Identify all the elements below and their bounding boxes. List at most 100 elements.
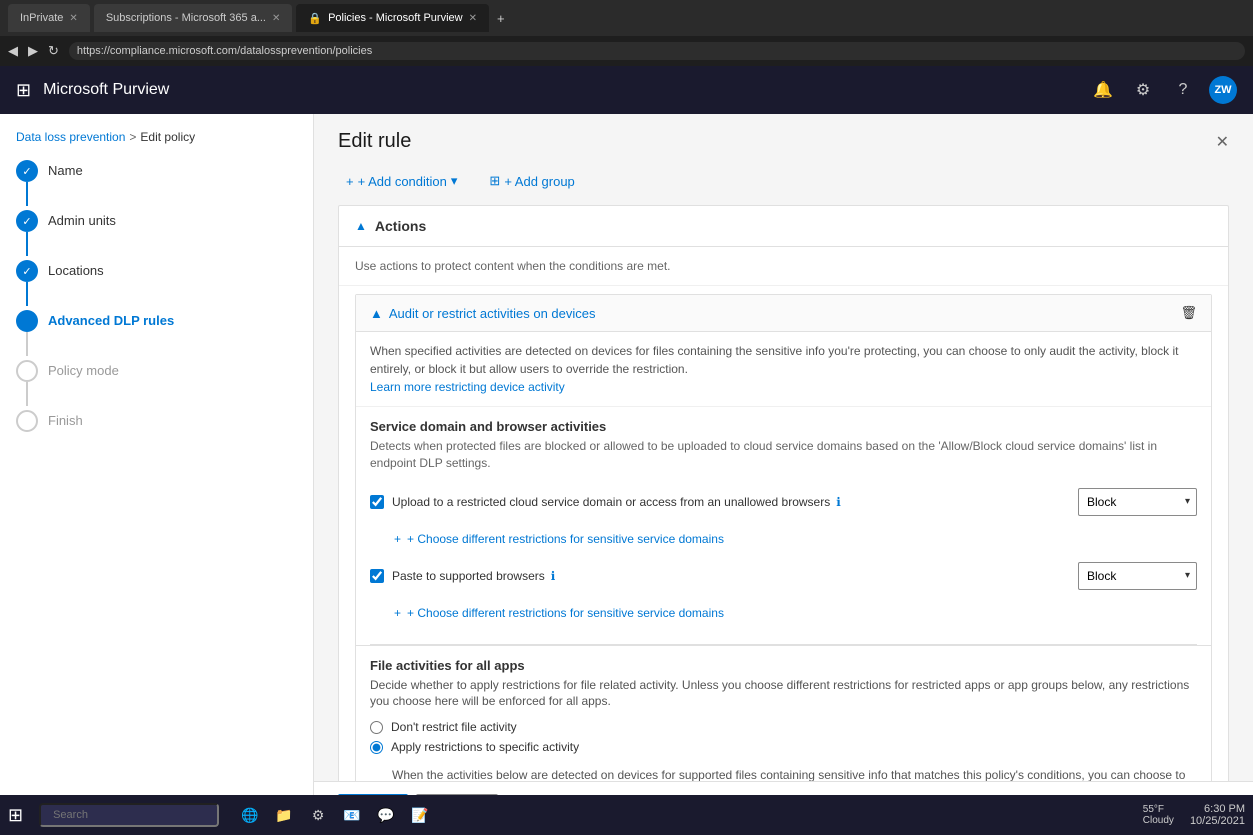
taskbar-search-input[interactable] <box>39 803 219 827</box>
nav-refresh[interactable]: ↻ <box>48 43 59 59</box>
tab-subscriptions[interactable]: Subscriptions - Microsoft 365 a... ✕ <box>94 4 293 32</box>
file-activities-description: Decide whether to apply restrictions for… <box>370 677 1197 711</box>
step-circle-name: ✓ <box>16 160 38 182</box>
taskbar-icon-6[interactable]: 📝 <box>405 800 435 830</box>
upload-add-icon: + <box>394 532 401 546</box>
audit-title-label: Audit or restrict activities on devices <box>389 306 596 321</box>
step-policy-mode: Policy mode <box>16 360 297 406</box>
file-activities-title: File activities for all apps <box>370 658 1197 673</box>
step-circle-finish <box>16 410 38 432</box>
step-circle-locations: ✓ <box>16 260 38 282</box>
actions-title: Actions <box>375 218 426 234</box>
step-label-admin: Admin units <box>48 210 116 228</box>
address-bar[interactable]: https://compliance.microsoft.com/datalos… <box>69 42 1245 60</box>
panel-header: Edit rule ✕ <box>314 114 1253 153</box>
dont-restrict-radio-row: Don't restrict file activity <box>370 720 1197 734</box>
actions-section: ▲ Actions Use actions to protect content… <box>338 205 1229 835</box>
step-label-advanced: Advanced DLP rules <box>48 310 174 328</box>
grid-icon[interactable]: ⊞ <box>16 80 31 101</box>
tab-label-subscriptions: Subscriptions - Microsoft 365 a... <box>106 12 266 24</box>
step-line-1 <box>26 182 28 206</box>
settings-icon[interactable]: ⚙ <box>1129 76 1157 104</box>
weather-widget: 55°F Cloudy <box>1143 804 1174 826</box>
edit-rule-content: + + Add condition ▾ ⊞ + Add group ▲ Acti… <box>314 153 1253 835</box>
paste-label: Paste to supported browsers ℹ <box>392 569 1070 583</box>
taskbar-icon-2[interactable]: 📁 <box>269 800 299 830</box>
taskbar-icon-4[interactable]: 📧 <box>337 800 367 830</box>
paste-dropdown[interactable]: Audit only Block Block with override <box>1079 563 1196 589</box>
step-line-3 <box>26 282 28 306</box>
upload-info-icon[interactable]: ℹ <box>836 495 841 509</box>
tab-policies[interactable]: 🔒 Policies - Microsoft Purview ✕ <box>296 4 489 32</box>
browser-chrome: InPrivate ✕ Subscriptions - Microsoft 36… <box>0 0 1253 36</box>
audit-chevron-icon[interactable]: ▲ <box>370 306 383 321</box>
panel-title: Edit rule <box>338 130 411 153</box>
paste-info-icon[interactable]: ℹ <box>551 569 556 583</box>
step-label-locations: Locations <box>48 260 104 278</box>
upload-checkbox[interactable] <box>370 495 384 509</box>
upload-checkbox-wrapper <box>370 495 384 509</box>
nav-back[interactable]: ◀ <box>8 43 18 59</box>
dont-restrict-label: Don't restrict file activity <box>391 720 517 734</box>
step-name: ✓ Name <box>16 160 297 206</box>
upload-label: Upload to a restricted cloud service dom… <box>392 495 1070 509</box>
weather-temp: 55°F <box>1143 804 1164 815</box>
taskbar-icon-1[interactable]: 🌐 <box>235 800 265 830</box>
breadcrumb-parent[interactable]: Data loss prevention <box>16 130 125 144</box>
rule-toolbar: + + Add condition ▾ ⊞ + Add group <box>338 153 1229 205</box>
step-line-2 <box>26 232 28 256</box>
tab-inprivate[interactable]: InPrivate ✕ <box>8 4 90 32</box>
add-condition-label: + Add condition <box>358 174 447 189</box>
step-line-5 <box>26 382 28 406</box>
weather-desc: Cloudy <box>1143 815 1174 826</box>
start-button[interactable]: ⊞ <box>8 805 23 826</box>
clock-date: 10/25/2021 <box>1190 815 1245 827</box>
browser-nav: ◀ ▶ ↻ https://compliance.microsoft.com/d… <box>0 36 1253 66</box>
service-domain-section: Service domain and browser activities De… <box>356 407 1211 644</box>
step-circle-admin: ✓ <box>16 210 38 232</box>
add-group-label: + Add group <box>504 174 574 189</box>
taskbar-icon-5[interactable]: 💬 <box>371 800 401 830</box>
avatar[interactable]: ZW <box>1209 76 1237 104</box>
notifications-icon[interactable]: 🔔 <box>1089 76 1117 104</box>
actions-description: Use actions to protect content when the … <box>339 247 1228 286</box>
upload-dropdown[interactable]: Audit only Block Block with override <box>1079 489 1196 515</box>
clock: 6:30 PM 10/25/2021 <box>1190 803 1245 827</box>
breadcrumb-separator: > <box>129 130 136 144</box>
tab-icon-lock: 🔒 <box>308 12 322 25</box>
clock-time: 6:30 PM <box>1204 803 1245 815</box>
apply-restrictions-radio[interactable] <box>370 741 383 754</box>
step-label-finish: Finish <box>48 410 83 428</box>
actions-chevron-icon[interactable]: ▲ <box>355 219 367 233</box>
dont-restrict-radio[interactable] <box>370 721 383 734</box>
add-group-button[interactable]: ⊞ + Add group <box>481 169 582 193</box>
audit-section: ▲ Audit or restrict activities on device… <box>355 294 1212 835</box>
audit-delete-icon[interactable]: 🗑 <box>1180 305 1197 321</box>
step-finish: Finish <box>16 410 297 432</box>
help-icon[interactable]: ? <box>1169 76 1197 104</box>
tab-label-policies: Policies - Microsoft Purview <box>328 12 462 24</box>
tab-close-policies[interactable]: ✕ <box>469 13 477 24</box>
breadcrumb-current: Edit policy <box>140 130 195 144</box>
service-domain-description: Detects when protected files are blocked… <box>370 438 1197 472</box>
taskbar-icon-3[interactable]: ⚙ <box>303 800 333 830</box>
tab-close-subscriptions[interactable]: ✕ <box>272 13 280 24</box>
step-label-policy: Policy mode <box>48 360 119 378</box>
paste-checkbox[interactable] <box>370 569 384 583</box>
add-condition-button[interactable]: + + Add condition ▾ <box>338 169 465 193</box>
inprivate-label: InPrivate <box>20 12 63 24</box>
content-panel: Edit rule ✕ + + Add condition ▾ ⊞ + Add … <box>314 114 1253 835</box>
paste-add-restriction-button[interactable]: + + Choose different restrictions for se… <box>370 602 1197 624</box>
apply-restrictions-radio-row: Apply restrictions to specific activity <box>370 740 1197 754</box>
nav-forward[interactable]: ▶ <box>28 43 38 59</box>
step-label-name: Name <box>48 160 83 178</box>
audit-learn-more-link[interactable]: Learn more restricting device activity <box>370 380 565 394</box>
close-button[interactable]: ✕ <box>1216 132 1229 152</box>
upload-add-restriction-button[interactable]: + + Choose different restrictions for se… <box>370 528 1197 550</box>
audit-description: When specified activities are detected o… <box>356 332 1211 407</box>
step-advanced-dlp: Advanced DLP rules <box>16 310 297 356</box>
tab-close-inprivate[interactable]: ✕ <box>69 13 77 24</box>
breadcrumb: Data loss prevention > Edit policy <box>0 130 313 160</box>
new-tab-button[interactable]: + <box>497 11 505 26</box>
condition-chevron-icon: ▾ <box>451 173 458 189</box>
